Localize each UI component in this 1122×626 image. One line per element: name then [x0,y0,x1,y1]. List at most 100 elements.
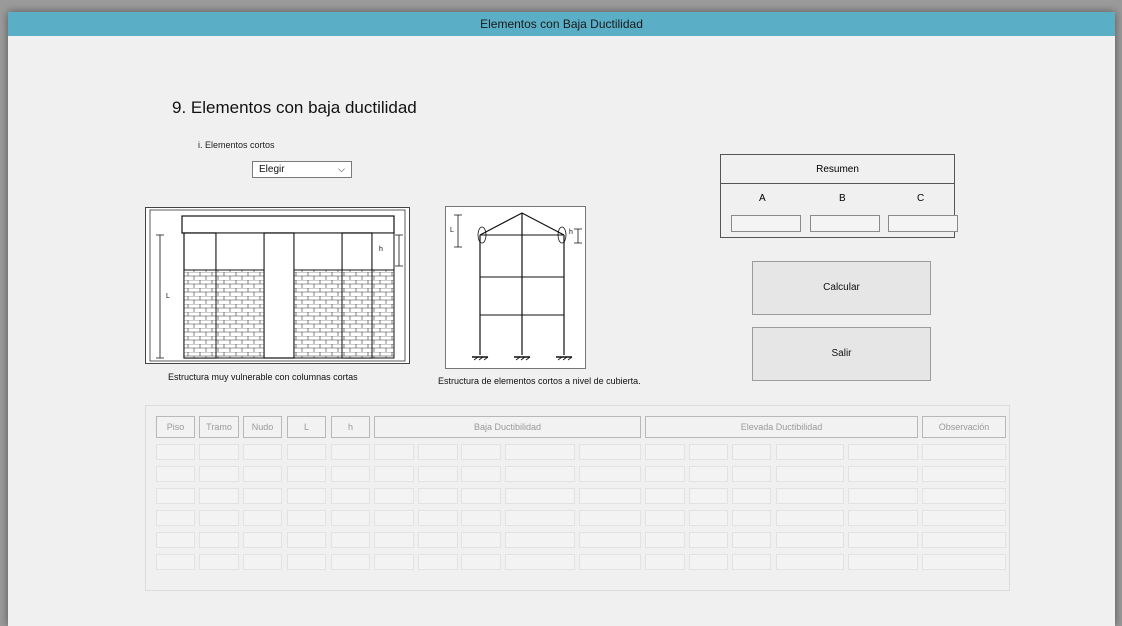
table-cell[interactable] [156,532,195,548]
table-cell[interactable] [331,444,370,460]
table-cell[interactable] [776,532,844,548]
table-cell[interactable] [776,488,844,504]
table-cell[interactable] [776,466,844,482]
table-cell[interactable] [689,488,728,504]
table-cell[interactable] [156,444,195,460]
table-cell[interactable] [645,554,685,570]
table-cell[interactable] [418,466,458,482]
resumen-field-b[interactable] [810,215,880,232]
table-cell[interactable] [461,466,501,482]
table-cell[interactable] [243,554,282,570]
table-cell[interactable] [243,532,282,548]
table-cell[interactable] [374,532,414,548]
table-cell[interactable] [374,466,414,482]
salir-button[interactable]: Salir [752,327,931,381]
table-cell[interactable] [243,488,282,504]
table-cell[interactable] [732,510,771,526]
table-cell[interactable] [199,444,239,460]
table-cell[interactable] [848,532,918,548]
table-cell[interactable] [199,554,239,570]
table-cell[interactable] [505,488,575,504]
table-cell[interactable] [418,444,458,460]
table-cell[interactable] [331,554,370,570]
table-cell[interactable] [776,444,844,460]
table-cell[interactable] [331,466,370,482]
resumen-field-a[interactable] [731,215,801,232]
table-cell[interactable] [156,554,195,570]
table-cell[interactable] [732,466,771,482]
calcular-button[interactable]: Calcular [752,261,931,315]
table-cell[interactable] [689,532,728,548]
table-cell[interactable] [645,488,685,504]
table-cell[interactable] [922,554,1006,570]
table-cell[interactable] [922,444,1006,460]
table-cell[interactable] [848,554,918,570]
table-cell[interactable] [579,510,641,526]
table-cell[interactable] [922,466,1006,482]
table-cell[interactable] [505,444,575,460]
table-cell[interactable] [645,532,685,548]
resumen-field-c[interactable] [888,215,958,232]
table-cell[interactable] [922,488,1006,504]
table-cell[interactable] [645,444,685,460]
table-cell[interactable] [243,466,282,482]
table-cell[interactable] [579,554,641,570]
table-cell[interactable] [461,554,501,570]
table-cell[interactable] [461,488,501,504]
table-cell[interactable] [732,444,771,460]
table-cell[interactable] [243,510,282,526]
table-cell[interactable] [689,554,728,570]
table-cell[interactable] [287,510,326,526]
table-cell[interactable] [505,466,575,482]
elementos-cortos-select[interactable]: Elegir ⌵ [252,161,352,178]
table-cell[interactable] [848,444,918,460]
table-cell[interactable] [579,532,641,548]
table-cell[interactable] [199,532,239,548]
table-cell[interactable] [689,510,728,526]
table-cell[interactable] [689,444,728,460]
table-cell[interactable] [287,554,326,570]
table-cell[interactable] [579,466,641,482]
table-cell[interactable] [848,488,918,504]
table-cell[interactable] [374,488,414,504]
table-cell[interactable] [287,488,326,504]
table-cell[interactable] [505,510,575,526]
table-cell[interactable] [505,532,575,548]
table-cell[interactable] [243,444,282,460]
table-cell[interactable] [374,554,414,570]
table-cell[interactable] [199,488,239,504]
table-cell[interactable] [645,510,685,526]
table-cell[interactable] [689,466,728,482]
table-cell[interactable] [418,488,458,504]
table-cell[interactable] [418,510,458,526]
table-cell[interactable] [331,488,370,504]
table-cell[interactable] [848,466,918,482]
table-cell[interactable] [732,554,771,570]
table-cell[interactable] [331,510,370,526]
table-cell[interactable] [287,444,326,460]
table-cell[interactable] [374,444,414,460]
table-cell[interactable] [732,532,771,548]
table-cell[interactable] [287,532,326,548]
table-cell[interactable] [776,510,844,526]
table-cell[interactable] [645,466,685,482]
table-cell[interactable] [374,510,414,526]
table-cell[interactable] [461,532,501,548]
table-cell[interactable] [579,444,641,460]
table-cell[interactable] [199,466,239,482]
table-cell[interactable] [922,510,1006,526]
table-cell[interactable] [461,444,501,460]
table-cell[interactable] [156,488,195,504]
table-cell[interactable] [418,554,458,570]
table-cell[interactable] [461,510,501,526]
table-cell[interactable] [418,532,458,548]
table-cell[interactable] [331,532,370,548]
table-cell[interactable] [922,532,1006,548]
table-cell[interactable] [199,510,239,526]
table-cell[interactable] [156,510,195,526]
table-cell[interactable] [579,488,641,504]
table-cell[interactable] [505,554,575,570]
table-cell[interactable] [732,488,771,504]
table-cell[interactable] [287,466,326,482]
table-cell[interactable] [156,466,195,482]
